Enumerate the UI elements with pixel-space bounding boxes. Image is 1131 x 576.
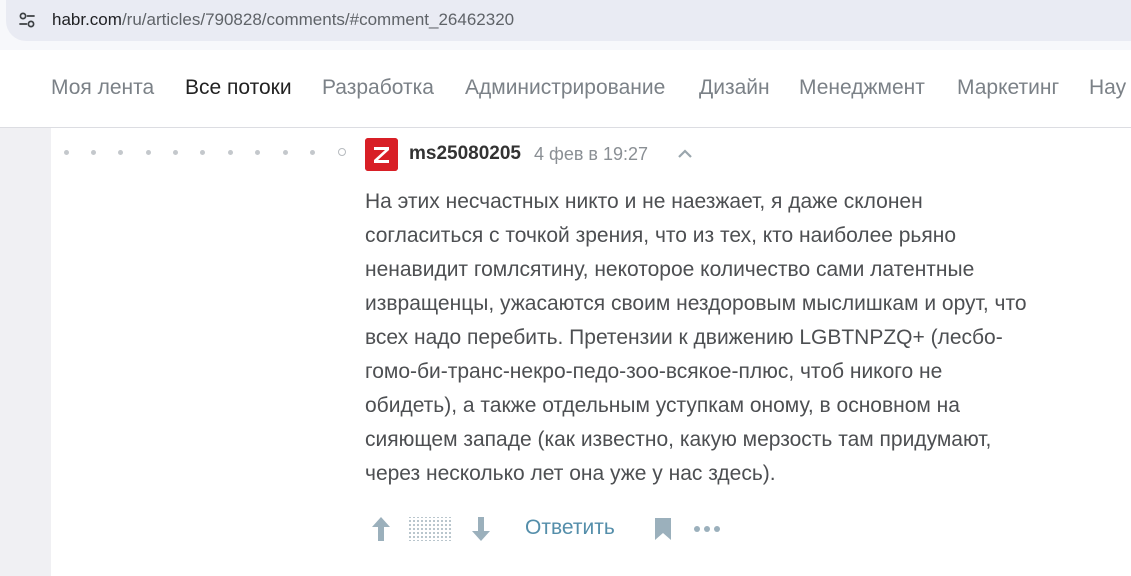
upvote-arrow-icon[interactable] xyxy=(371,516,391,542)
nav-item-development[interactable]: Разработка xyxy=(322,76,434,100)
url-text[interactable]: habr.com/ru/articles/790828/comments/#co… xyxy=(52,10,514,30)
nav-item-administration[interactable]: Администрирование xyxy=(465,76,665,100)
downvote-arrow-icon[interactable] xyxy=(471,516,491,542)
thread-parent-link-icon[interactable] xyxy=(338,148,346,156)
comment-author[interactable]: ms25080205 xyxy=(409,143,521,165)
comment-line: ненавидит гомлсятину, некоторое количест… xyxy=(365,258,975,281)
comment-date[interactable]: 4 фев в 19:27 xyxy=(534,144,648,165)
comment-line: гомо-би-транс-некро-педо-зоо-всякое-плюс… xyxy=(365,360,943,383)
url-path: /ru/articles/790828/comments/#comment_26… xyxy=(121,10,515,29)
bookmark-icon[interactable] xyxy=(654,517,672,541)
comment-line: согласиться с точкой зрения, что из тех,… xyxy=(365,224,957,247)
comment-line: через несколько лет она уже у нас здесь)… xyxy=(365,462,776,485)
more-dots-icon[interactable] xyxy=(693,522,721,536)
url-host: habr.com xyxy=(52,10,122,29)
comment-line: извращенцы, ужасаются своим нездоровым м… xyxy=(365,292,1027,315)
nav-item-management[interactable]: Менеджмент xyxy=(799,76,925,100)
comment-line: На этих несчастных никто и не наезжает, … xyxy=(365,190,923,213)
nav-item-design[interactable]: Дизайн xyxy=(699,76,770,100)
user-avatar[interactable] xyxy=(365,138,398,171)
thread-depth-indicator xyxy=(62,146,352,160)
nav-item-all-flows[interactable]: Все потоки xyxy=(185,76,292,100)
comment-line: всех надо перебить. Претензии к движению… xyxy=(365,326,1003,349)
reply-button[interactable]: Ответить xyxy=(525,516,615,540)
flows-navigation: Моя лента Все потоки Разработка Админист… xyxy=(0,50,1131,128)
nav-item-my-feed[interactable]: Моя лента xyxy=(51,76,154,100)
comment-line: сияющем западе (как известно, какую мерз… xyxy=(365,428,992,451)
comment-line: обидеть), а также отдельным уступкам оно… xyxy=(365,394,960,417)
rating-hidden-icon xyxy=(409,517,453,541)
nav-item-science[interactable]: Нау xyxy=(1089,76,1126,100)
browser-address-bar: habr.com/ru/articles/790828/comments/#co… xyxy=(0,0,1131,50)
comment-body: На этих несчастных никто и не наезжает, … xyxy=(365,185,1105,491)
chevron-up-icon[interactable] xyxy=(676,145,694,163)
nav-item-marketing[interactable]: Маркетинг xyxy=(957,76,1059,100)
site-info-icon[interactable] xyxy=(18,11,36,29)
